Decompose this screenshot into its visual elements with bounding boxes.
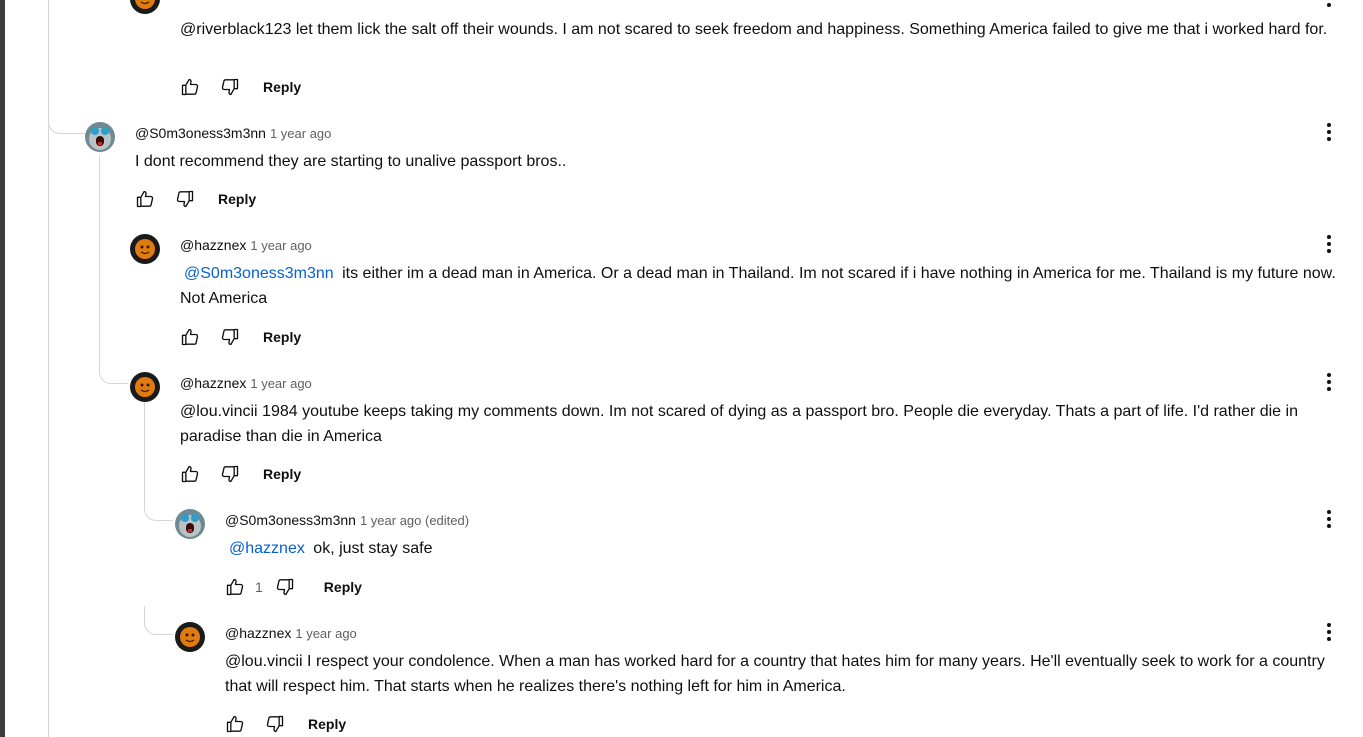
comment-header: @S0m3oness3m3nn 1 year ago [135,123,1325,144]
more-actions-button[interactable] [1317,0,1341,10]
comment-author[interactable]: @hazznex [225,625,291,641]
comment-timestamp[interactable]: 1 year ago [250,376,311,391]
like-count: 1 [255,579,263,595]
thumbs-down-icon [275,577,295,597]
more-vert-icon [1317,370,1341,394]
comment-body: @S0m3oness3m3nn 1 year ago (edited) @hazz… [225,510,1325,561]
comment-header: @S0m3oness3m3nn 1 year ago (edited) [225,510,1325,531]
comment-text: @riverblack123 let them lick the salt of… [180,21,1328,38]
avatar[interactable] [130,0,160,14]
thread-connector [144,495,173,521]
reply-button[interactable]: Reply [324,579,362,595]
comment-text: @lou.vincii I respect your condolence. W… [225,653,1325,695]
reply-button[interactable]: Reply [263,466,301,482]
comment-text-content: ok, just stay safe [313,540,433,557]
comment-body: @hazznex 1 year ago @S0m3oness3m3nn its e… [180,235,1355,311]
dislike-button[interactable] [218,75,242,99]
user-mention-link[interactable]: @hazznex [229,540,305,557]
thumbs-up-icon [225,714,245,734]
like-button[interactable] [223,712,247,736]
dislike-button[interactable] [218,462,242,486]
reply-button[interactable]: Reply [263,79,301,95]
reply-button[interactable]: Reply [263,329,301,345]
thumbs-down-icon [265,714,285,734]
thumbs-down-icon [175,189,195,209]
comment-body: @hazznex 1 year ago @lou.vincii I respect… [225,623,1355,699]
comment-actions: Reply [178,462,301,486]
thumbs-up-icon [180,327,200,347]
comment-timestamp[interactable]: 1 year ago [270,126,331,141]
thumbs-up-icon [225,577,245,597]
more-vert-icon [1317,0,1341,10]
user-mention-link[interactable]: @S0m3oness3m3nn [184,265,334,282]
reply-button[interactable]: Reply [308,716,346,732]
reply-button[interactable]: Reply [218,191,256,207]
avatar[interactable] [85,122,115,152]
comment-actions: Reply [223,712,346,736]
comment-author[interactable]: @hazznex [180,237,246,253]
avatar[interactable] [130,372,160,402]
thread-line [99,155,100,365]
comment-body: @riverblack123 let them lick the salt of… [180,12,1330,42]
dislike-button[interactable] [273,575,297,599]
thumbs-up-icon [135,189,155,209]
comment-text: @hazznex ok, just stay safe [225,536,1325,561]
comment-author[interactable]: @S0m3oness3m3nn [135,125,266,141]
window-left-edge [0,0,5,737]
comment-text: @S0m3oness3m3nn its either im a dead man… [180,261,1355,311]
comment-header: @hazznex 1 year ago [180,235,1355,256]
thumbs-down-icon [220,327,240,347]
comment-actions: 1 Reply [223,575,362,599]
comment-actions: Reply [178,75,301,99]
like-button[interactable] [178,75,202,99]
comment-text: I dont recommend they are starting to un… [135,153,567,170]
like-button[interactable] [223,575,247,599]
thread-connector [99,360,128,384]
thread-line [144,402,145,502]
comment-author[interactable]: @hazznex [180,375,246,391]
dislike-button[interactable] [218,325,242,349]
comment-actions: Reply [178,325,301,349]
comment-header: @hazznex 1 year ago [180,373,1320,394]
comment-actions: Reply [133,187,256,211]
dislike-button[interactable] [173,187,197,211]
comment-timestamp[interactable]: 1 year ago [250,238,311,253]
like-button[interactable] [178,462,202,486]
thumbs-up-icon [180,464,200,484]
comment-timestamp[interactable]: 1 year ago (edited) [360,513,469,528]
comment-text: @lou.vincii 1984 youtube keeps taking my… [180,403,1298,445]
comment-author[interactable]: @S0m3oness3m3nn [225,512,356,528]
comment-text-content: its either im a dead man in America. Or … [180,265,1336,307]
thumbs-down-icon [220,464,240,484]
like-button[interactable] [178,325,202,349]
avatar[interactable] [130,234,160,264]
comment-timestamp[interactable]: 1 year ago [295,626,356,641]
avatar[interactable] [175,509,205,539]
comment-body: @hazznex 1 year ago @lou.vincii 1984 yout… [180,373,1320,449]
thread-connector [48,100,85,134]
thread-connector [144,606,173,635]
like-button[interactable] [133,187,157,211]
thumbs-up-icon [180,77,200,97]
avatar[interactable] [175,622,205,652]
dislike-button[interactable] [263,712,287,736]
comment-header: @hazznex 1 year ago [225,623,1355,644]
comment-body: @S0m3oness3m3nn 1 year ago I dont recomme… [135,123,1325,174]
thumbs-down-icon [220,77,240,97]
more-actions-button[interactable] [1317,370,1341,394]
